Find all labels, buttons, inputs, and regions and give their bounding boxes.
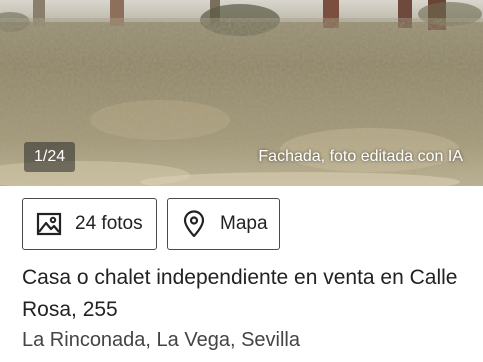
map-button-label: Mapa xyxy=(220,213,268,234)
photos-button[interactable]: 24 fotos xyxy=(22,198,157,250)
photo-counter: 1/24 xyxy=(24,142,76,172)
photo-caption: Fachada, foto editada con IA xyxy=(258,148,463,165)
listing-photo[interactable]: 1/24 Fachada, foto editada con IA xyxy=(0,0,483,186)
map-button[interactable]: Mapa xyxy=(167,198,280,250)
listing-title: Casa o chalet independiente en venta en … xyxy=(22,266,458,321)
listing-location: La Rinconada, La Vega, Sevilla xyxy=(22,329,300,351)
image-icon xyxy=(35,210,63,238)
photos-button-label: 24 fotos xyxy=(75,213,143,234)
map-pin-icon xyxy=(180,210,208,238)
